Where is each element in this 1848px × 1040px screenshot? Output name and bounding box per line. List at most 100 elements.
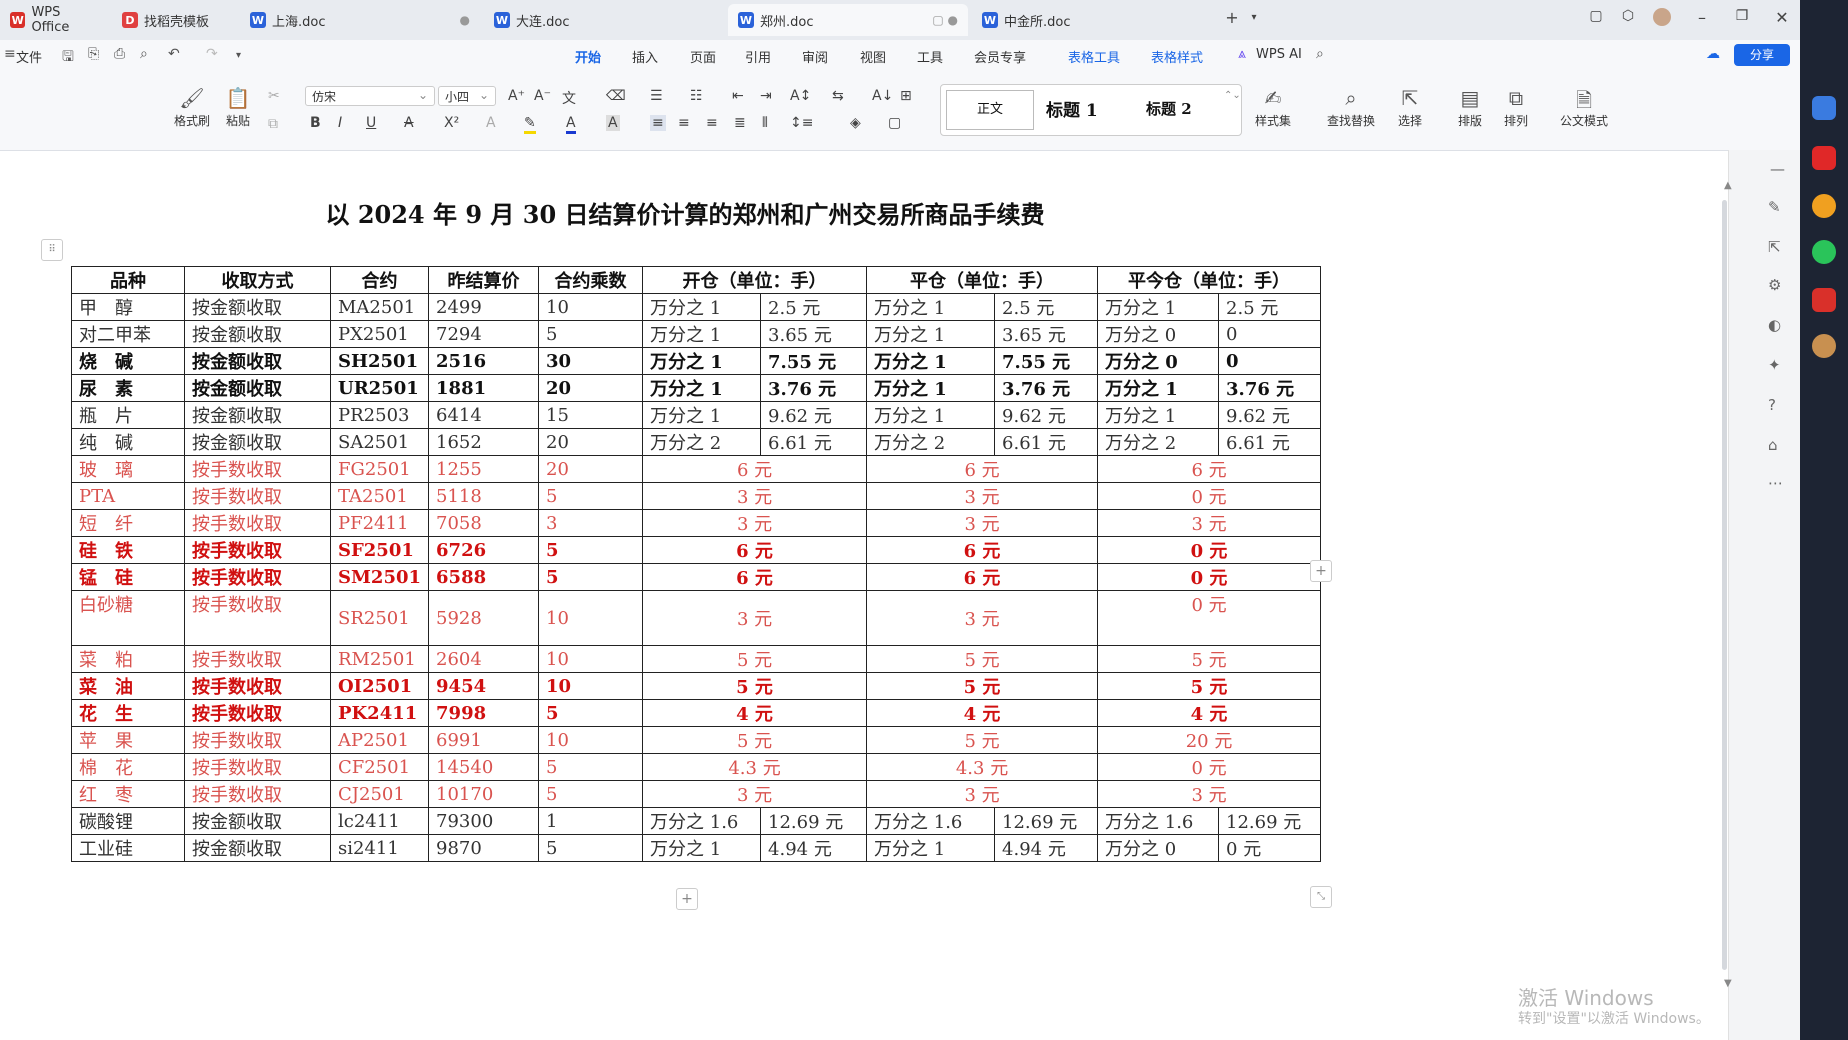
tab-shanghai-doc[interactable]: W 上海.doc ● — [240, 4, 480, 36]
table-cell[interactable]: 6588 — [428, 563, 540, 591]
table-cell[interactable]: UR2501 — [329, 374, 430, 402]
menu-member[interactable]: 会员专享 — [974, 47, 1026, 66]
italic-icon[interactable]: I — [338, 115, 342, 131]
table-cell[interactable]: 5 元 — [642, 645, 868, 673]
table-cell[interactable]: TA2501 — [329, 482, 430, 510]
table-cell[interactable]: 9.62 元 — [994, 401, 1099, 429]
table-cell[interactable]: lc2411 — [329, 807, 430, 835]
paste-button[interactable]: 📋 粘贴 — [218, 86, 258, 129]
table-cell[interactable]: 万分之 1 — [642, 293, 762, 321]
table-cell[interactable]: 3.65 元 — [760, 320, 868, 348]
table-cell[interactable]: 5 — [538, 699, 644, 727]
table-cell[interactable]: 10 — [538, 726, 644, 754]
table-cell[interactable]: 4.94 元 — [994, 834, 1099, 862]
menu-home[interactable]: 开始 — [575, 47, 602, 72]
commodity-cell[interactable]: 碳酸锂 — [71, 807, 185, 835]
adjust-icon[interactable]: ⚙ — [1768, 276, 1781, 294]
increase-font-icon[interactable]: A⁺ — [508, 88, 525, 104]
table-cell[interactable]: 万分之 1 — [642, 347, 762, 375]
menu-insert[interactable]: 插入 — [632, 47, 658, 66]
cut-icon[interactable]: ✂ — [268, 88, 280, 104]
align-right-icon[interactable]: ≡ — [706, 115, 718, 131]
commodity-cell[interactable]: 烧 碱 — [71, 347, 185, 375]
table-cell[interactable]: 1255 — [428, 455, 540, 483]
table-cell[interactable]: CJ2501 — [329, 780, 430, 808]
table-cell[interactable]: 万分之 1 — [866, 320, 996, 348]
add-row-button[interactable]: + — [676, 888, 698, 910]
table-cell[interactable]: 3.65 元 — [994, 320, 1099, 348]
table-cell[interactable]: 9.62 元 — [760, 401, 868, 429]
table-cell[interactable]: 4.3 元 — [642, 753, 868, 781]
cube-icon[interactable]: ⬡ — [1616, 8, 1640, 24]
table-cell[interactable]: 3 元 — [642, 590, 868, 646]
close-window-icon[interactable]: ✕ — [1770, 8, 1794, 27]
table-cell[interactable]: SF2501 — [329, 536, 430, 564]
text-direction-icon[interactable]: A↕ — [790, 88, 811, 104]
table-cell[interactable]: 3 — [538, 509, 644, 537]
table-cell[interactable]: 6726 — [428, 536, 540, 564]
table-cell[interactable]: 4.94 元 — [760, 834, 868, 862]
commodity-cell[interactable]: 棉 花 — [71, 753, 185, 781]
table-cell[interactable]: 按手数收取 — [184, 672, 331, 700]
table-cell[interactable]: 万分之 2 — [1097, 428, 1220, 456]
minimize-icon[interactable]: – — [1690, 8, 1714, 27]
font-color-icon[interactable]: A — [566, 115, 576, 134]
table-cell[interactable]: 万分之 1 — [1097, 374, 1220, 402]
strikethrough-icon[interactable]: A — [404, 115, 414, 131]
maximize-icon[interactable]: ❐ — [1730, 8, 1754, 24]
table-cell[interactable]: PF2411 — [329, 509, 430, 537]
table-cell[interactable]: 0 元 — [1097, 536, 1322, 564]
table-cell[interactable]: 6 元 — [642, 536, 868, 564]
line-spacing-icon[interactable]: ↕≡ — [790, 115, 813, 131]
table-cell[interactable]: 0 元 — [1097, 753, 1322, 781]
table-cell[interactable]: 万分之 1 — [642, 320, 762, 348]
taskbar-app-icon[interactable] — [1812, 96, 1836, 120]
table-cell[interactable]: 按金额收取 — [184, 293, 331, 321]
table-cell[interactable]: 万分之 0 — [1097, 347, 1220, 375]
table-cell[interactable]: 20 — [538, 428, 644, 456]
table-cell[interactable]: 10 — [538, 672, 644, 700]
table-cell[interactable]: 按手数收取 — [184, 455, 331, 483]
table-cell[interactable]: 10 — [538, 590, 644, 646]
arrange-button[interactable]: ⧉ 排列 — [1496, 86, 1536, 129]
table-cell[interactable]: 6 元 — [866, 563, 1099, 591]
redo-icon[interactable]: ↷ — [206, 46, 218, 62]
table-cell[interactable]: 6 元 — [1097, 455, 1322, 483]
pen-icon[interactable]: ✎ — [1768, 198, 1781, 216]
tab-cffex-doc[interactable]: W 中金所.doc — [972, 4, 1212, 36]
table-cell[interactable]: 2499 — [428, 293, 540, 321]
table-cell[interactable]: SR2501 — [329, 590, 430, 646]
table-cell[interactable]: 1881 — [428, 374, 540, 402]
font-size-select[interactable]: 小四 ⌄ — [438, 86, 496, 106]
distributed-icon[interactable]: ⫴ — [762, 115, 768, 131]
table-cell[interactable]: 7294 — [428, 320, 540, 348]
table-cell[interactable]: 5928 — [428, 590, 540, 646]
share-button[interactable]: 分享 — [1734, 44, 1790, 66]
table-cell[interactable]: 6 元 — [866, 536, 1099, 564]
table-cell[interactable]: 20 — [538, 455, 644, 483]
official-mode-button[interactable]: 🗎 公文模式 — [1556, 86, 1612, 129]
table-cell[interactable]: 3 元 — [866, 780, 1099, 808]
highlight-icon[interactable]: ✎ — [524, 115, 536, 134]
user-avatar-icon[interactable] — [1650, 8, 1674, 30]
taskbar-chrome-icon[interactable] — [1812, 194, 1836, 218]
table-cell[interactable]: 万分之 1.6 — [642, 807, 762, 835]
scroll-up-icon[interactable]: ▲ — [1724, 180, 1732, 191]
help-icon[interactable]: ? — [1768, 396, 1776, 414]
menu-tools[interactable]: 工具 — [917, 47, 943, 66]
table-cell[interactable]: 0 元 — [1097, 590, 1322, 646]
image-tool-icon[interactable]: ◐ — [1768, 316, 1781, 334]
clear-format-icon[interactable]: ⌫ — [606, 88, 626, 104]
table-cell[interactable]: 4 元 — [1097, 699, 1322, 727]
table-cell[interactable]: 万分之 0 — [1097, 834, 1220, 862]
table-cell[interactable]: 万分之 1 — [642, 834, 762, 862]
commodity-cell[interactable]: 甲 醇 — [71, 293, 185, 321]
hamburger-menu-icon[interactable]: ≡ — [4, 46, 16, 62]
table-cell[interactable]: 按手数收取 — [184, 509, 331, 537]
table-cell[interactable]: 万分之 2 — [866, 428, 996, 456]
table-cell[interactable]: 0 元 — [1097, 563, 1322, 591]
table-cell[interactable]: 按金额收取 — [184, 374, 331, 402]
restore-window-icon[interactable]: ▢ — [1584, 8, 1608, 24]
table-cell[interactable]: 3.76 元 — [1218, 374, 1322, 402]
table-cell[interactable]: 2516 — [428, 347, 540, 375]
